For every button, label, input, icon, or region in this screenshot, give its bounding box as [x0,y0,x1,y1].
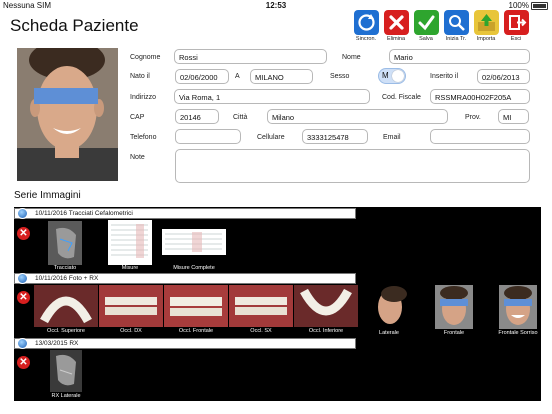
caption: Occl. Superiore [47,328,85,334]
inserted-date-field[interactable]: 02/06/2013 [477,69,530,84]
import-button[interactable]: Importa [470,10,502,42]
import-label: Importa [476,36,496,42]
eyes-redaction [440,299,468,306]
series-header[interactable]: 13/03/2015 RX [14,338,356,349]
battery-percent: 100% [508,1,529,10]
codice-fiscale-field[interactable]: RSSMRA00H02F205A [430,89,530,104]
thumb-occl-inferiore[interactable] [294,285,358,327]
thumb-occl-dx[interactable] [99,285,163,327]
caption: Frontale Sorriso [498,330,538,336]
delete-series-icon[interactable]: ✕ [17,356,30,369]
caption: Occl. DX [120,328,142,334]
start-tracing-label: Inizia Tr. [445,36,467,42]
thumb-occl-superiore[interactable] [34,285,98,327]
exit-icon [503,10,529,35]
phone-field[interactable] [175,129,241,144]
save-button[interactable]: Salva [410,10,442,42]
mobile-field[interactable]: 3333125478 [302,129,368,144]
thumb-occl-frontale[interactable] [164,285,228,327]
caption: Frontale [443,330,465,336]
note-label: Note [130,154,145,161]
caption: Occl. Inferiore [308,328,344,334]
city-field[interactable]: Milano [267,109,448,124]
image-series-gallery: 10/11/2016 Tracciati Cefalometrici ✕ Tra… [14,207,541,401]
delete-button[interactable]: Elimina [380,10,412,42]
delete-series-icon[interactable]: ✕ [17,291,30,304]
thumb-tracciato[interactable] [48,221,82,265]
import-icon [473,10,499,35]
province-field[interactable]: MI [498,109,529,124]
delete-label: Elimina [386,36,406,42]
thumb-frontale[interactable] [435,285,473,329]
birthdate-field[interactable]: 02/06/2000 [175,69,229,84]
thumb-rx-laterale[interactable] [50,350,82,392]
caption: RX Laterale [51,393,81,399]
cap-label: CAP [130,114,145,121]
page-title: Scheda Paziente [10,16,139,35]
thumb-misure-complete[interactable] [162,229,226,255]
eyes-redaction [34,88,98,104]
delete-series-icon[interactable]: ✕ [17,227,30,240]
inserito-label: Inserito il [430,73,459,80]
start-tracing-icon [443,10,469,35]
eyes-redaction [504,299,532,306]
sesso-label: Sesso [330,73,350,80]
prov-label: Prov. [465,114,481,121]
sync-button[interactable]: Sincron. [350,10,382,42]
indirizzo-label: Indirizzo [130,94,157,101]
sync-label: Sincron. [355,36,377,42]
start-tracing-button[interactable]: Inizia Tr. [440,10,472,42]
codice-fiscale-label: Cod. Fiscale [382,94,421,101]
series-header[interactable]: 10/11/2016 Tracciati Cefalometrici [14,208,356,219]
sex-value: M [382,71,389,80]
telefono-label: Telefono [130,134,157,141]
delete-icon [383,10,409,35]
patient-photo[interactable] [17,48,118,181]
caption: Tracciato [53,265,77,271]
nome-label: Nome [342,54,361,61]
exit-label: Esci [510,36,522,42]
birthplace-label: A [235,73,240,80]
series-info-icon[interactable] [17,338,28,349]
birthplace-field[interactable]: MILANO [250,69,313,84]
nato-label: Nato il [130,73,150,80]
thumb-misure[interactable] [108,220,152,265]
series-header[interactable]: 10/11/2016 Foto + RX [14,273,356,284]
caption: Misure Complete [173,265,215,271]
thumb-occl-sx[interactable] [229,285,293,327]
exit-button[interactable]: Esci [500,10,532,42]
nome-field[interactable]: Mario [389,49,530,64]
caption: Misure [121,265,139,271]
sex-toggle-knob [392,70,404,82]
image-series-title: Serie Immagini [14,190,81,201]
cap-field[interactable]: 20146 [175,109,219,124]
series-info-icon[interactable] [17,208,28,219]
email-label: Email [383,134,401,141]
save-label: Salva [419,36,433,42]
thumb-laterale[interactable] [370,285,408,329]
cognome-label: Cognome [130,54,161,61]
cognome-field[interactable]: Rossi [174,49,327,64]
caption: Occl. Frontale [178,328,214,334]
email-field[interactable] [430,129,530,144]
caption: Occl. SX [250,328,272,334]
caption: Laterale [379,330,399,336]
cellulare-label: Cellulare [257,134,285,141]
save-icon [413,10,439,35]
series-info-icon[interactable] [17,273,28,284]
clock: 12:53 [265,1,287,10]
battery-icon [531,2,548,10]
citta-label: Città [233,114,248,121]
sync-icon [353,10,379,35]
address-field[interactable]: Via Roma, 1 [174,89,370,104]
sex-toggle[interactable]: M [378,68,406,84]
note-field[interactable] [175,149,530,183]
thumb-frontale-sorriso[interactable] [499,285,537,329]
